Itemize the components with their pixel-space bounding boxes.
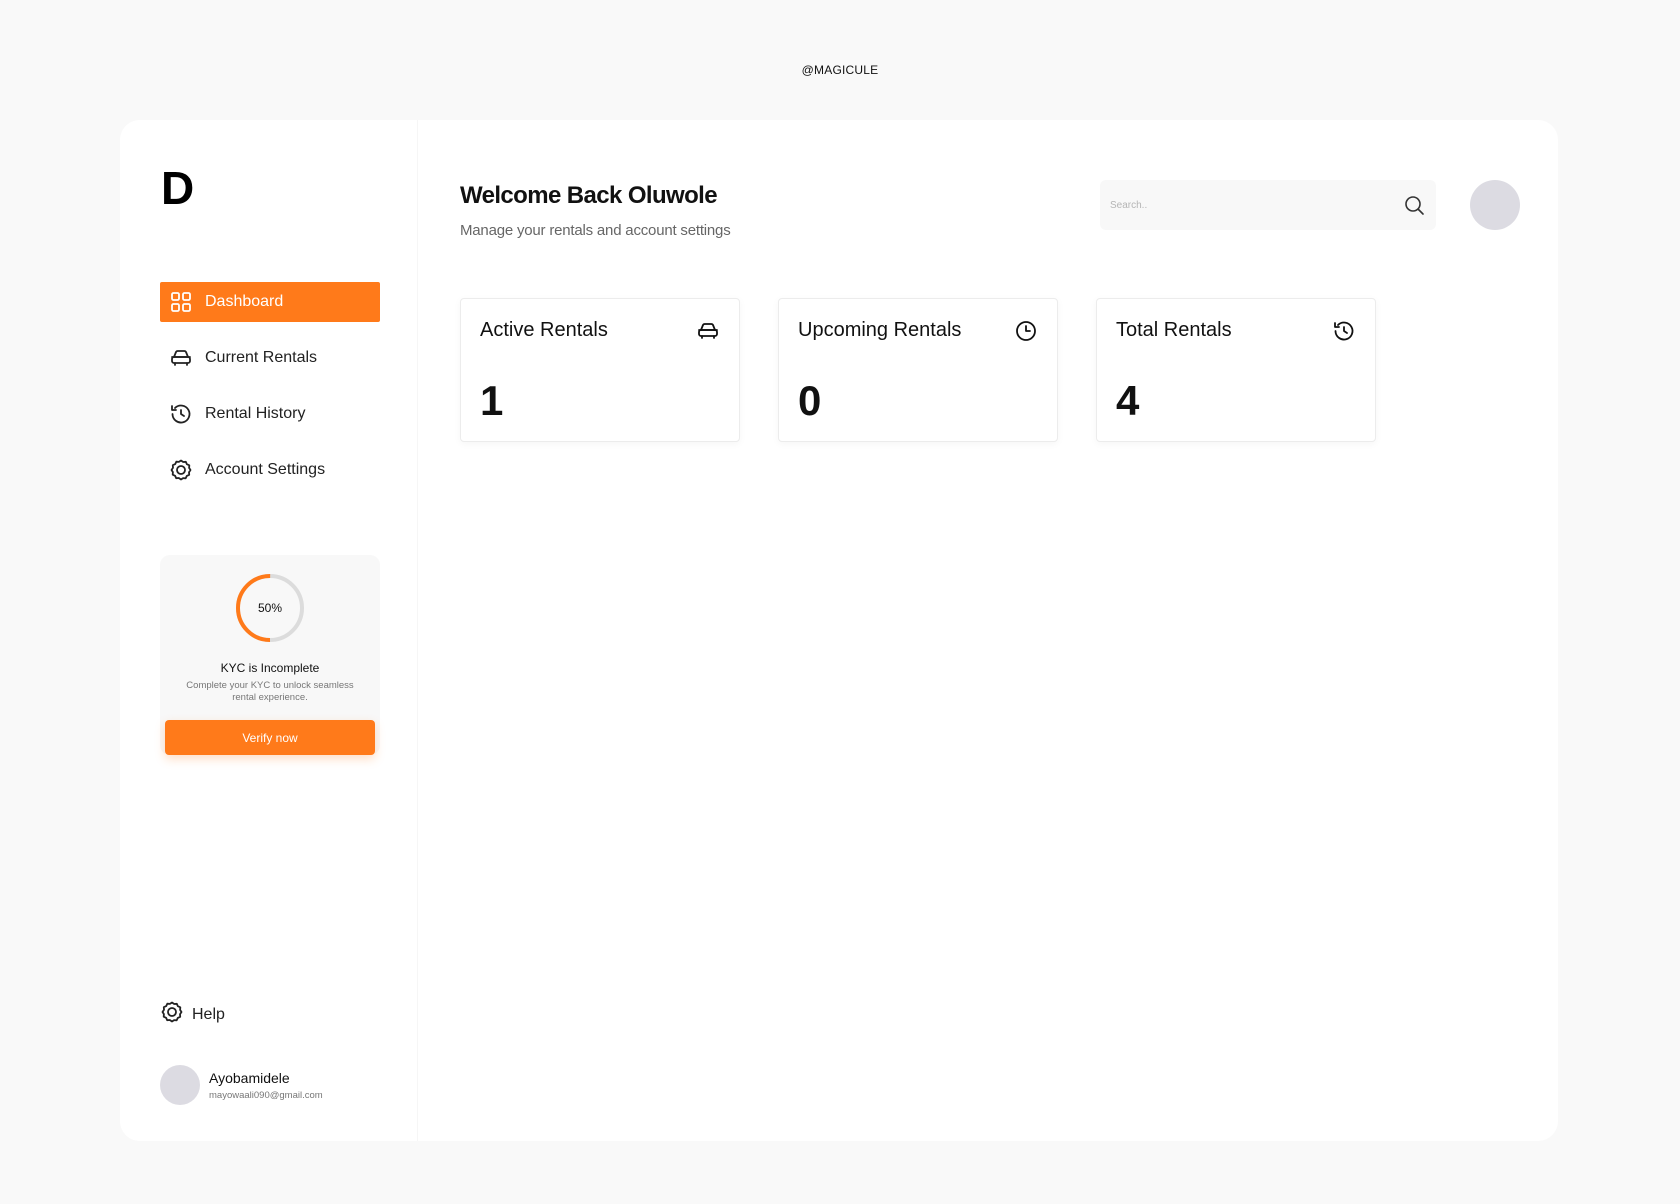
clock-icon	[1014, 319, 1038, 348]
sidebar-item-label: Current Rentals	[205, 349, 318, 366]
sidebar: D Dashboard Current Rentals Rental Histo…	[120, 120, 418, 1141]
stat-card-value: 1	[480, 377, 504, 424]
search-icon[interactable]	[1402, 193, 1426, 222]
kyc-title: KYC is Incomplete	[220, 661, 320, 675]
kyc-progress-label: 50%	[257, 601, 283, 615]
stat-card-total-rentals[interactable]: Total Rentals 4	[1096, 298, 1376, 442]
kyc-card: 50% KYC is Incomplete Complete your KYC …	[160, 555, 380, 755]
sidebar-item-label: Account Settings	[205, 461, 326, 478]
stat-card-value: 0	[798, 377, 822, 424]
page-title: Welcome Back Oluwole	[460, 182, 718, 209]
search-input[interactable]	[1110, 180, 1390, 230]
help-label: Help	[192, 1005, 225, 1023]
stat-card-title: Active Rentals	[480, 319, 608, 341]
user-name: Ayobamidele	[209, 1069, 290, 1086]
car-icon	[696, 319, 720, 348]
main-content: Welcome Back Oluwole Manage your rentals…	[418, 120, 1558, 1141]
verify-now-button[interactable]: Verify now	[165, 720, 375, 755]
kyc-progress-ring: 50%	[235, 573, 305, 643]
watermark: @MAGICULE	[801, 63, 879, 77]
sidebar-item-dashboard[interactable]: Dashboard	[160, 282, 380, 322]
grid-icon	[169, 290, 193, 314]
header-avatar[interactable]	[1470, 180, 1520, 230]
sidebar-item-current-rentals[interactable]: Current Rentals	[160, 338, 380, 378]
sidebar-item-label: Rental History	[205, 405, 306, 422]
user-email: mayowaali090@gmail.com	[209, 1089, 323, 1101]
stat-card-upcoming-rentals[interactable]: Upcoming Rentals 0	[778, 298, 1058, 442]
sidebar-item-account-settings[interactable]: Account Settings	[160, 450, 380, 490]
app-window: D Dashboard Current Rentals Rental Histo…	[120, 120, 1558, 1141]
gear-icon	[169, 458, 193, 482]
car-icon	[169, 346, 193, 370]
help-gear-icon	[160, 1000, 184, 1029]
history-icon	[1332, 319, 1356, 348]
sidebar-item-label: Dashboard	[205, 293, 284, 310]
avatar	[160, 1065, 200, 1105]
kyc-description: Complete your KYC to unlock seamless ren…	[186, 680, 354, 703]
history-icon	[169, 402, 193, 426]
sidebar-nav: Dashboard Current Rentals Rental History…	[160, 282, 380, 506]
stat-card-active-rentals[interactable]: Active Rentals 1	[460, 298, 740, 442]
stat-card-title: Total Rentals	[1116, 319, 1232, 341]
logo[interactable]: D	[161, 165, 194, 211]
help-link[interactable]: Help	[160, 1000, 225, 1029]
user-info: Ayobamidele mayowaali090@gmail.com	[209, 1070, 323, 1101]
search-bar	[1100, 180, 1436, 230]
user-profile[interactable]: Ayobamidele mayowaali090@gmail.com	[160, 1065, 323, 1105]
stat-card-title: Upcoming Rentals	[798, 319, 962, 341]
stat-card-value: 4	[1116, 377, 1140, 424]
sidebar-item-rental-history[interactable]: Rental History	[160, 394, 380, 434]
stats-cards: Active Rentals 1 Upcoming Rentals 0 Tota…	[460, 298, 1414, 442]
page-subtitle: Manage your rentals and account settings	[460, 222, 731, 239]
